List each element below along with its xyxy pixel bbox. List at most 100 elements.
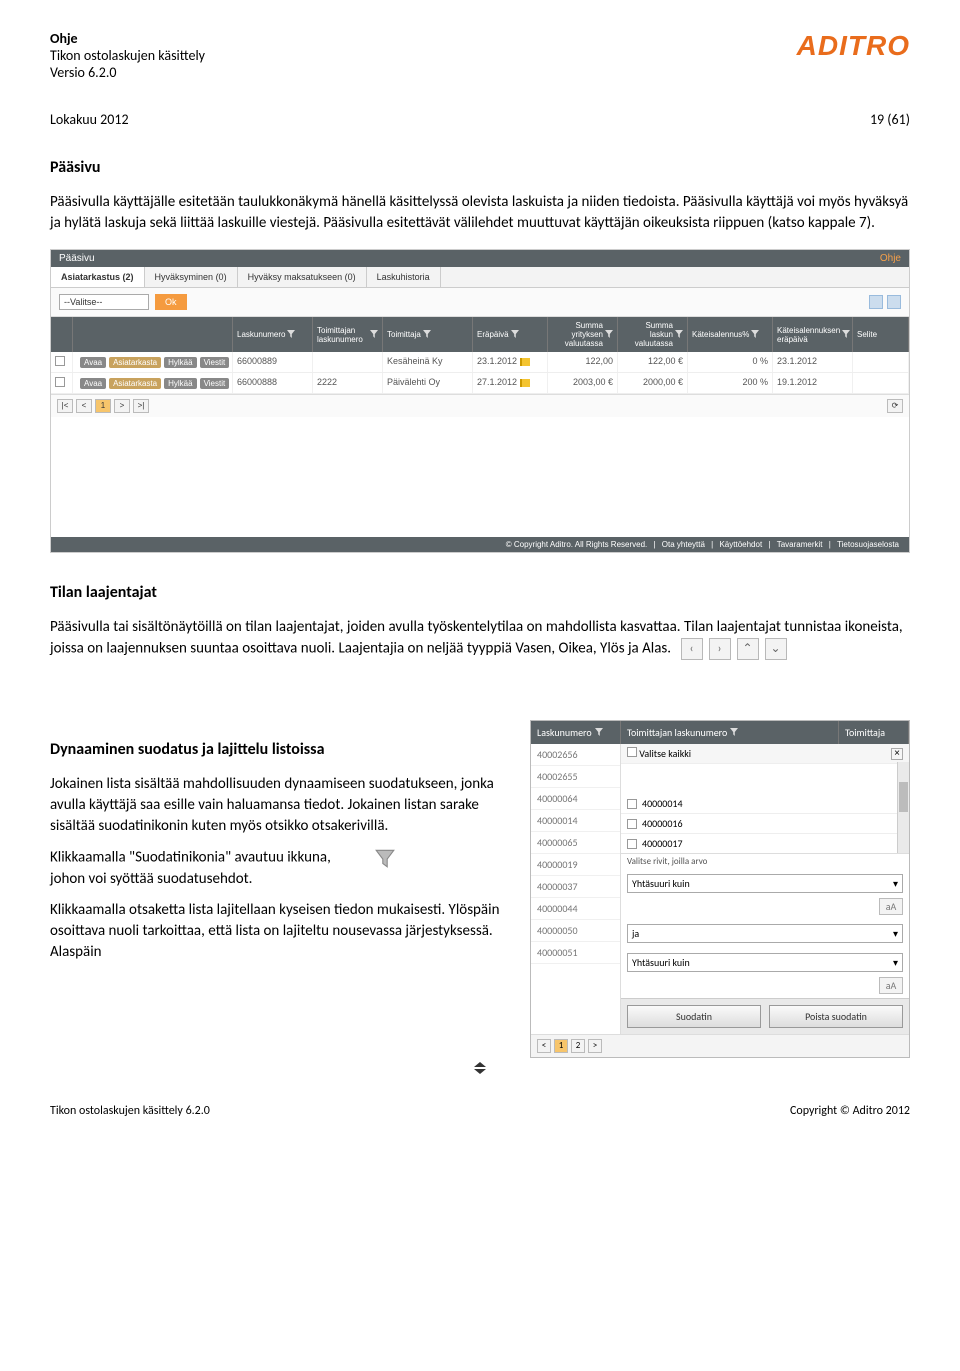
tab-laskuhistoria[interactable]: Laskuhistoria <box>367 267 441 287</box>
cell-toimittajan-laskunumero <box>313 352 383 372</box>
filter-check-item[interactable]: 40000014 <box>621 794 909 814</box>
filter-left-item[interactable]: 40000064 <box>531 788 620 810</box>
review-button[interactable]: Asiatarkasta <box>109 357 161 368</box>
filter-check-item[interactable]: 40000017 <box>621 834 909 854</box>
app-toolbar: --Valitse-- Ok <box>51 288 909 317</box>
col-selite[interactable]: Selite <box>857 330 877 339</box>
filter-icon[interactable] <box>730 726 738 739</box>
filter-icon[interactable] <box>511 330 519 340</box>
filter-left-item[interactable]: 40000050 <box>531 920 620 942</box>
messages-button[interactable]: Viestit <box>200 357 230 368</box>
section-suodatus-p2: Klikkaamalla "Suodatinikonia" avautuu ik… <box>50 847 510 890</box>
fm-col-toimittajan-laskunumero[interactable]: Toimittajan laskunumero <box>627 726 727 739</box>
doc-subtitle: Tikon ostolaskujen käsittely <box>50 47 205 64</box>
col-toimittajan-laskunumero[interactable]: Toimittajan laskunumero <box>317 326 368 344</box>
filter-popup-header: Laskunumero Toimittajan laskunumero Toim… <box>531 721 909 744</box>
case-toggle-button[interactable]: aA <box>879 898 903 915</box>
filter-icon[interactable] <box>595 726 603 739</box>
fm-col-laskunumero[interactable]: Laskunumero <box>537 726 592 739</box>
filter-icon[interactable] <box>423 330 431 340</box>
pager-last-button[interactable]: >| <box>133 399 149 413</box>
toolbar-icon-1[interactable] <box>869 295 883 309</box>
filter-icon[interactable] <box>751 330 759 340</box>
cell-kateisalennus: 200 % <box>688 373 773 393</box>
expand-left-icon[interactable]: ‹ <box>681 638 703 660</box>
app-footer: © Copyright Aditro. All Rights Reserved.… <box>51 537 909 552</box>
filter-check-item[interactable]: 40000016 <box>621 814 909 834</box>
expand-right-icon[interactable]: › <box>709 638 731 660</box>
doc-footer-left: Tikon ostolaskujen käsittely 6.2.0 <box>50 1104 210 1118</box>
filter-pager: < 1 2 > <box>531 1034 909 1057</box>
pager-refresh-button[interactable]: ⟳ <box>887 399 903 413</box>
col-erapaiva[interactable]: Eräpäivä <box>477 330 509 339</box>
filter-icon[interactable] <box>605 330 613 340</box>
case-toggle-button[interactable]: aA <box>879 977 903 994</box>
app-footer-link[interactable]: Käyttöehdot <box>719 540 762 549</box>
filter-left-item[interactable]: 40000065 <box>531 832 620 854</box>
reject-button[interactable]: Hylkää <box>164 357 196 368</box>
filter-icon[interactable] <box>287 330 295 340</box>
toolbar-icon-2[interactable] <box>887 295 901 309</box>
row-checkbox[interactable] <box>55 356 65 366</box>
doc-date: Lokakuu 2012 <box>50 111 129 128</box>
filter-left-item[interactable]: 40000019 <box>531 854 620 876</box>
toolbar-action-select[interactable]: --Valitse-- <box>59 294 149 310</box>
open-button[interactable]: Avaa <box>80 357 106 368</box>
filter-op2-select[interactable]: Yhtäsuuri kuin▾ <box>627 953 903 972</box>
close-icon[interactable]: × <box>891 748 903 760</box>
filter-left-item[interactable]: 40002655 <box>531 766 620 788</box>
expand-up-icon[interactable]: ⌃ <box>737 638 759 660</box>
filter-icon[interactable] <box>370 330 378 340</box>
col-toimittaja[interactable]: Toimittaja <box>387 330 421 339</box>
col-summa-lasku[interactable]: Summa laskun valuutassa <box>622 321 673 348</box>
app-screenshot: Pääsivu Ohje Asiatarkastus (2) Hyväksymi… <box>50 249 910 553</box>
fm-col-toimittaja[interactable]: Toimittaja <box>845 726 885 739</box>
pager-first-button[interactable]: |< <box>57 399 73 413</box>
apply-filter-button[interactable]: Suodatin <box>627 1005 761 1028</box>
tab-hyvaksy-maksatukseen[interactable]: Hyväksy maksatukseen (0) <box>238 267 367 287</box>
tab-hyvaksyminen[interactable]: Hyväksyminen (0) <box>145 267 238 287</box>
open-button[interactable]: Avaa <box>80 378 106 389</box>
row-checkbox[interactable] <box>55 377 65 387</box>
select-all-label: Valitse kaikki <box>639 747 691 760</box>
messages-button[interactable]: Viestit <box>200 378 230 389</box>
fm-pager-next[interactable]: > <box>588 1039 602 1053</box>
fm-pager-1[interactable]: 1 <box>554 1039 568 1053</box>
filter-left-item[interactable]: 40000044 <box>531 898 620 920</box>
fm-pager-2[interactable]: 2 <box>571 1039 585 1053</box>
app-footer-link[interactable]: Tavaramerkit <box>777 540 823 549</box>
tab-asiatarkastus[interactable]: Asiatarkastus (2) <box>51 267 145 287</box>
expand-down-icon[interactable]: ⌄ <box>765 638 787 660</box>
filter-left-item[interactable]: 40000051 <box>531 942 620 964</box>
section-suodatus-title: Dynaaminen suodatus ja lajittelu listois… <box>50 740 510 759</box>
pager-next-button[interactable]: > <box>114 399 130 413</box>
clear-filter-button[interactable]: Poista suodatin <box>769 1005 903 1028</box>
app-footer-link[interactable]: Tietosuojaselosta <box>837 540 899 549</box>
app-footer-link[interactable]: Ota yhteyttä <box>662 540 705 549</box>
select-all-checkbox[interactable] <box>627 747 637 757</box>
filter-icon[interactable] <box>675 330 683 340</box>
scrollbar[interactable] <box>897 762 909 853</box>
filter-left-item[interactable]: 40000037 <box>531 876 620 898</box>
pager-page-1[interactable]: 1 <box>95 399 111 413</box>
checkbox[interactable] <box>627 819 637 829</box>
col-kateisalennus[interactable]: Käteisalennus% <box>692 330 749 339</box>
filter-icon[interactable] <box>842 330 850 340</box>
cell-summa-yritys: 2003,00 € <box>548 373 618 393</box>
filter-left-item[interactable]: 40000014 <box>531 810 620 832</box>
checkbox[interactable] <box>627 799 637 809</box>
col-laskunumero[interactable]: Laskunumero <box>237 330 285 339</box>
toolbar-ok-button[interactable]: Ok <box>155 294 187 310</box>
app-help-link[interactable]: Ohje <box>880 253 901 264</box>
reject-button[interactable]: Hylkää <box>164 378 196 389</box>
col-summa-yritys[interactable]: Summa yrityksen valuutassa <box>552 321 603 348</box>
filter-left-item[interactable]: 40002656 <box>531 744 620 766</box>
col-kateisalennus-erapaiva[interactable]: Käteisalennuksen eräpäivä <box>777 326 840 344</box>
review-button[interactable]: Asiatarkasta <box>109 378 161 389</box>
filter-conj-select[interactable]: ja▾ <box>627 924 903 943</box>
cell-selite <box>853 352 909 372</box>
checkbox[interactable] <box>627 839 637 849</box>
filter-op1-select[interactable]: Yhtäsuuri kuin▾ <box>627 874 903 893</box>
pager-prev-button[interactable]: < <box>76 399 92 413</box>
fm-pager-prev[interactable]: < <box>537 1039 551 1053</box>
